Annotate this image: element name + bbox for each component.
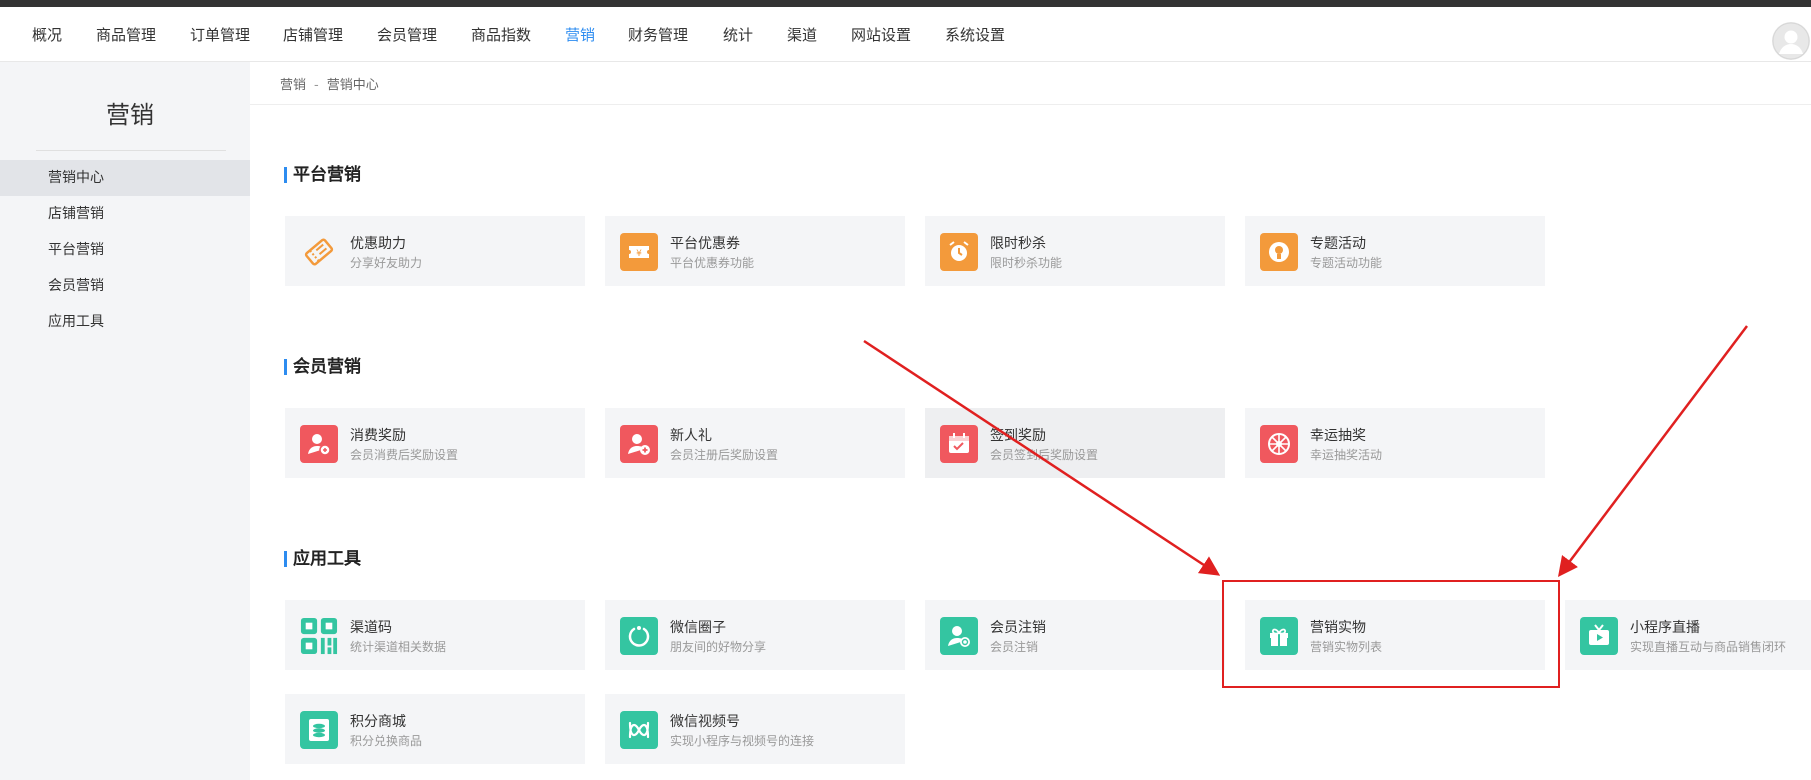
- card-title: 微信圈子: [670, 620, 726, 636]
- coins-icon: [300, 711, 338, 749]
- user-add-icon: [620, 425, 658, 463]
- sidebar-item-marketing-center[interactable]: 营销中心: [0, 160, 250, 196]
- card-points-mall[interactable]: 积分商城 积分兑换商品: [285, 694, 585, 764]
- card-subtitle: 分享好友助力: [350, 256, 423, 270]
- calendar-check-icon: [940, 425, 978, 463]
- tv-play-icon: [1580, 617, 1618, 655]
- card-title: 幸运抽奖: [1310, 428, 1366, 444]
- nav-members[interactable]: 会员管理: [377, 24, 437, 45]
- main-content: 营销 - 营销中心 平台营销 优惠助力 分享好友助力 ¥ 平台优惠券 平台优惠券功能…: [250, 62, 1811, 780]
- annotation-highlight-box: [1222, 580, 1560, 688]
- card-title: 微信视频号: [670, 714, 740, 730]
- avatar[interactable]: [1772, 22, 1810, 60]
- card-title: 签到奖励: [990, 428, 1046, 444]
- card-wechat-circle[interactable]: 微信圈子 朋友间的好物分享: [605, 600, 905, 670]
- card-subtitle: 幸运抽奖活动: [1310, 448, 1383, 462]
- card-discount-assist[interactable]: 优惠助力 分享好友助力: [285, 216, 585, 286]
- coupon-icon: ¥: [620, 233, 658, 271]
- wheel-icon: [1260, 425, 1298, 463]
- sidebar-title: 营销: [106, 101, 154, 129]
- section-title-member-marketing: 会员营销: [284, 358, 361, 376]
- circle-refresh-icon: [620, 617, 658, 655]
- card-title: 渠道码: [350, 620, 392, 636]
- card-member-cancellation[interactable]: 会员注销 会员注销: [925, 600, 1225, 670]
- card-subtitle: 会员注销: [990, 640, 1039, 654]
- sidebar: 营销 营销中心 店铺营销 平台营销 会员营销 应用工具: [0, 62, 250, 780]
- card-subtitle: 会员消费后奖励设置: [350, 448, 459, 462]
- card-subtitle: 限时秒杀功能: [990, 256, 1063, 270]
- card-lucky-draw[interactable]: 幸运抽奖 幸运抽奖活动: [1245, 408, 1545, 478]
- nav-site-settings[interactable]: 网站设置: [851, 24, 911, 45]
- card-subtitle: 会员注册后奖励设置: [670, 448, 779, 462]
- video-channel-icon: [620, 711, 658, 749]
- lightbulb-icon: [1260, 233, 1298, 271]
- card-title: 新人礼: [670, 428, 712, 444]
- nav-products[interactable]: 商品管理: [96, 24, 156, 45]
- sidebar-item-store-marketing[interactable]: 店铺营销: [0, 196, 250, 232]
- card-subtitle: 积分兑换商品: [350, 734, 423, 748]
- nav-finance[interactable]: 财务管理: [628, 24, 688, 45]
- nav-overview[interactable]: 概况: [32, 24, 62, 45]
- card-subtitle: 平台优惠券功能: [670, 256, 755, 270]
- section-title-platform-marketing: 平台营销: [284, 166, 361, 184]
- card-title: 积分商城: [350, 714, 406, 730]
- card-platform-coupon[interactable]: ¥ 平台优惠券 平台优惠券功能: [605, 216, 905, 286]
- breadcrumb-current: 营销中心: [326, 78, 379, 93]
- sidebar-item-app-tools[interactable]: 应用工具: [0, 304, 250, 340]
- card-title: 小程序直播: [1630, 620, 1700, 636]
- breadcrumb-divider: [250, 104, 1811, 105]
- card-title: 消费奖励: [350, 428, 406, 444]
- card-subtitle: 统计渠道相关数据: [350, 640, 447, 654]
- card-subtitle: 实现直播互动与商品销售闭环: [1630, 640, 1787, 654]
- breadcrumb-root[interactable]: 营销: [280, 78, 306, 93]
- card-subtitle: 实现小程序与视频号的连接: [670, 734, 815, 748]
- card-subtitle: 专题活动功能: [1310, 256, 1383, 270]
- top-strip: [0, 0, 1811, 7]
- card-spending-reward[interactable]: 消费奖励 会员消费后奖励设置: [285, 408, 585, 478]
- card-mini-program-live[interactable]: 小程序直播 实现直播互动与商品销售闭环: [1565, 600, 1811, 670]
- breadcrumb-separator: -: [314, 78, 319, 93]
- card-flash-sale[interactable]: 限时秒杀 限时秒杀功能: [925, 216, 1225, 286]
- user-reward-icon: [300, 425, 338, 463]
- card-wechat-channels[interactable]: 微信视频号 实现小程序与视频号的连接: [605, 694, 905, 764]
- card-subtitle: 朋友间的好物分享: [670, 640, 767, 654]
- card-newcomer-gift[interactable]: 新人礼 会员注册后奖励设置: [605, 408, 905, 478]
- alarm-clock-icon: [940, 233, 978, 271]
- nav-stores[interactable]: 店铺管理: [283, 24, 343, 45]
- nav-channels[interactable]: 渠道: [787, 24, 817, 45]
- card-special-event[interactable]: 专题活动 专题活动功能: [1245, 216, 1545, 286]
- section-title-app-tools: 应用工具: [284, 550, 361, 568]
- ticket-icon: [300, 233, 338, 271]
- svg-text:¥: ¥: [636, 249, 642, 259]
- user-avatar-icon: [1772, 22, 1810, 60]
- nav-orders[interactable]: 订单管理: [190, 24, 250, 45]
- nav-marketing[interactable]: 营销: [565, 24, 595, 45]
- sidebar-divider: [36, 150, 226, 151]
- breadcrumb: 营销 - 营销中心: [280, 74, 379, 93]
- sidebar-item-member-marketing[interactable]: 会员营销: [0, 268, 250, 304]
- card-title: 限时秒杀: [990, 236, 1046, 252]
- card-checkin-reward[interactable]: 签到奖励 会员签到后奖励设置: [925, 408, 1225, 478]
- nav-system-settings[interactable]: 系统设置: [945, 24, 1005, 45]
- sidebar-item-platform-marketing[interactable]: 平台营销: [0, 232, 250, 268]
- nav-product-index[interactable]: 商品指数: [471, 24, 531, 45]
- qr-code-icon: [300, 617, 338, 655]
- user-cancel-icon: [940, 617, 978, 655]
- card-title: 专题活动: [1310, 236, 1366, 252]
- nav-statistics[interactable]: 统计: [723, 24, 753, 45]
- card-title: 优惠助力: [350, 236, 406, 252]
- top-navigation: 概况 商品管理 订单管理 店铺管理 会员管理 商品指数 营销 财务管理 统计 渠…: [0, 7, 1811, 62]
- card-channel-code[interactable]: 渠道码 统计渠道相关数据: [285, 600, 585, 670]
- card-title: 平台优惠券: [670, 236, 740, 252]
- card-subtitle: 会员签到后奖励设置: [990, 448, 1099, 462]
- card-title: 会员注销: [990, 620, 1046, 636]
